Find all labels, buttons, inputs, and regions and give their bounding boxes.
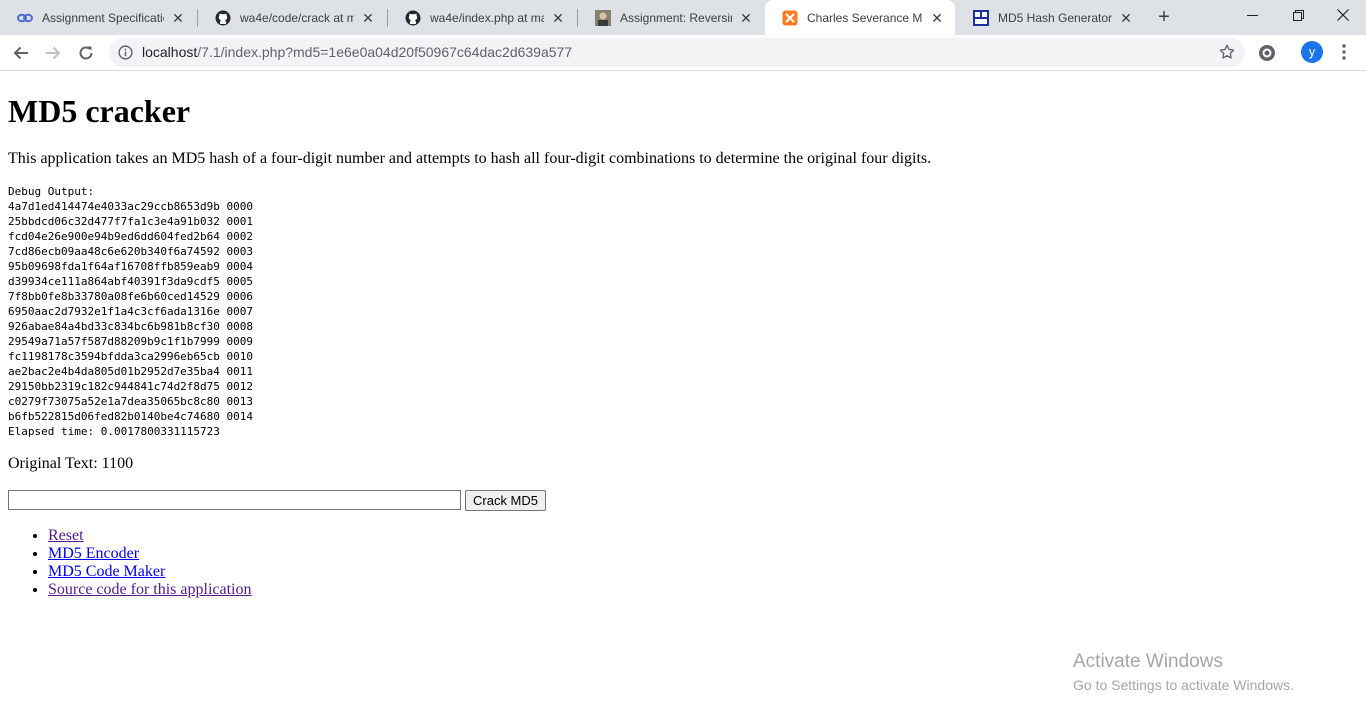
tab-title: wa4e/index.php at mas xyxy=(430,10,544,25)
close-icon xyxy=(1337,9,1349,21)
arrow-right-icon xyxy=(46,46,61,60)
extension-icon[interactable] xyxy=(1257,43,1277,63)
tab-github-index[interactable]: wa4e/index.php at mas ✕ xyxy=(388,0,576,35)
close-icon[interactable]: ✕ xyxy=(170,10,186,26)
tab-md5-hash-generator[interactable]: MD5 Hash Generator ✕ xyxy=(956,0,1144,35)
url-text[interactable]: localhost/7.1/index.php?md5=1e6e0a04d20f… xyxy=(142,44,572,60)
close-icon[interactable]: ✕ xyxy=(1118,10,1134,26)
tab-title: MD5 Hash Generator xyxy=(998,10,1112,25)
minimize-button[interactable] xyxy=(1229,0,1275,30)
list-item: MD5 Encoder xyxy=(48,545,1358,563)
tab-title: Charles Severance MD5 xyxy=(807,10,923,25)
close-icon[interactable]: ✕ xyxy=(360,10,376,26)
page-content: MD5 cracker This application takes an MD… xyxy=(8,71,1358,599)
close-icon[interactable]: ✕ xyxy=(550,10,566,26)
tab-charles-severance-md5[interactable]: Charles Severance MD5 ✕ xyxy=(765,0,955,35)
minimize-icon xyxy=(1246,14,1258,16)
tab-title: Assignment Specificatic xyxy=(42,10,164,25)
close-icon[interactable]: ✕ xyxy=(738,10,754,26)
info-icon[interactable] xyxy=(118,45,133,60)
tab-title: Assignment: Reversing xyxy=(620,10,732,25)
md5-code-maker-link[interactable]: MD5 Code Maker xyxy=(48,563,165,580)
original-text: Original Text: 1100 xyxy=(8,455,134,472)
md5-encoder-link[interactable]: MD5 Encoder xyxy=(48,545,139,562)
close-window-button[interactable] xyxy=(1320,0,1366,30)
close-icon[interactable]: ✕ xyxy=(929,10,945,26)
intro-text: This application takes an MD5 hash of a … xyxy=(8,150,932,167)
url-path: /7.1/index.php?md5=1e6e0a04d20f50967c64d… xyxy=(197,44,573,60)
list-item: Reset xyxy=(48,527,1358,545)
github-icon xyxy=(405,10,421,26)
restore-button[interactable] xyxy=(1275,0,1321,30)
arrow-left-icon xyxy=(13,46,28,60)
xampp-icon xyxy=(782,10,798,26)
url-host: localhost xyxy=(142,44,198,60)
page-title: MD5 cracker xyxy=(8,93,191,129)
new-tab-button[interactable]: + xyxy=(1153,6,1175,28)
tab-strip: Assignment Specificatic ✕ wa4e/code/crac… xyxy=(0,0,1366,35)
list-item: MD5 Code Maker xyxy=(48,563,1358,581)
link-icon xyxy=(17,10,33,26)
tab-assignment-reversing[interactable]: Assignment: Reversing ✕ xyxy=(578,0,764,35)
more-menu-icon[interactable] xyxy=(1336,42,1352,62)
forward-button[interactable] xyxy=(38,38,68,68)
browser-toolbar: localhost/7.1/index.php?md5=1e6e0a04d20f… xyxy=(0,35,1366,71)
tab-title: wa4e/code/crack at ma xyxy=(240,10,354,25)
source-code-link[interactable]: Source code for this application xyxy=(48,581,252,598)
restore-icon xyxy=(1292,9,1304,21)
reload-button[interactable] xyxy=(71,38,101,68)
crack-md5-button[interactable]: Crack MD5 xyxy=(465,489,547,511)
tab-github-crack[interactable]: wa4e/code/crack at ma ✕ xyxy=(198,0,386,35)
watermark-title: Activate Windows xyxy=(1073,651,1223,672)
debug-output: Debug Output: 4a7d1ed414474e4033ac29ccb8… xyxy=(8,185,254,438)
activate-windows-watermark: Activate Windows Go to Settings to activ… xyxy=(1073,651,1294,695)
back-button[interactable] xyxy=(6,38,36,68)
md5-input[interactable] xyxy=(8,490,461,510)
profile-avatar[interactable]: y xyxy=(1301,41,1323,63)
address-bar[interactable]: localhost/7.1/index.php?md5=1e6e0a04d20f… xyxy=(109,38,1245,67)
reload-icon xyxy=(79,46,93,60)
md5-site-icon xyxy=(973,9,989,26)
github-icon xyxy=(215,10,231,26)
crack-form: Crack MD5 xyxy=(8,489,1358,511)
link-list: Reset MD5 Encoder MD5 Code Maker Source … xyxy=(48,527,1358,599)
image-favicon xyxy=(595,9,611,26)
reset-link[interactable]: Reset xyxy=(48,527,84,544)
bookmark-star-icon[interactable] xyxy=(1218,43,1236,61)
list-item: Source code for this application xyxy=(48,581,1358,599)
tab-assignment-specification[interactable]: Assignment Specificatic ✕ xyxy=(0,0,196,35)
watermark-subtitle: Go to Settings to activate Windows. xyxy=(1073,677,1294,693)
